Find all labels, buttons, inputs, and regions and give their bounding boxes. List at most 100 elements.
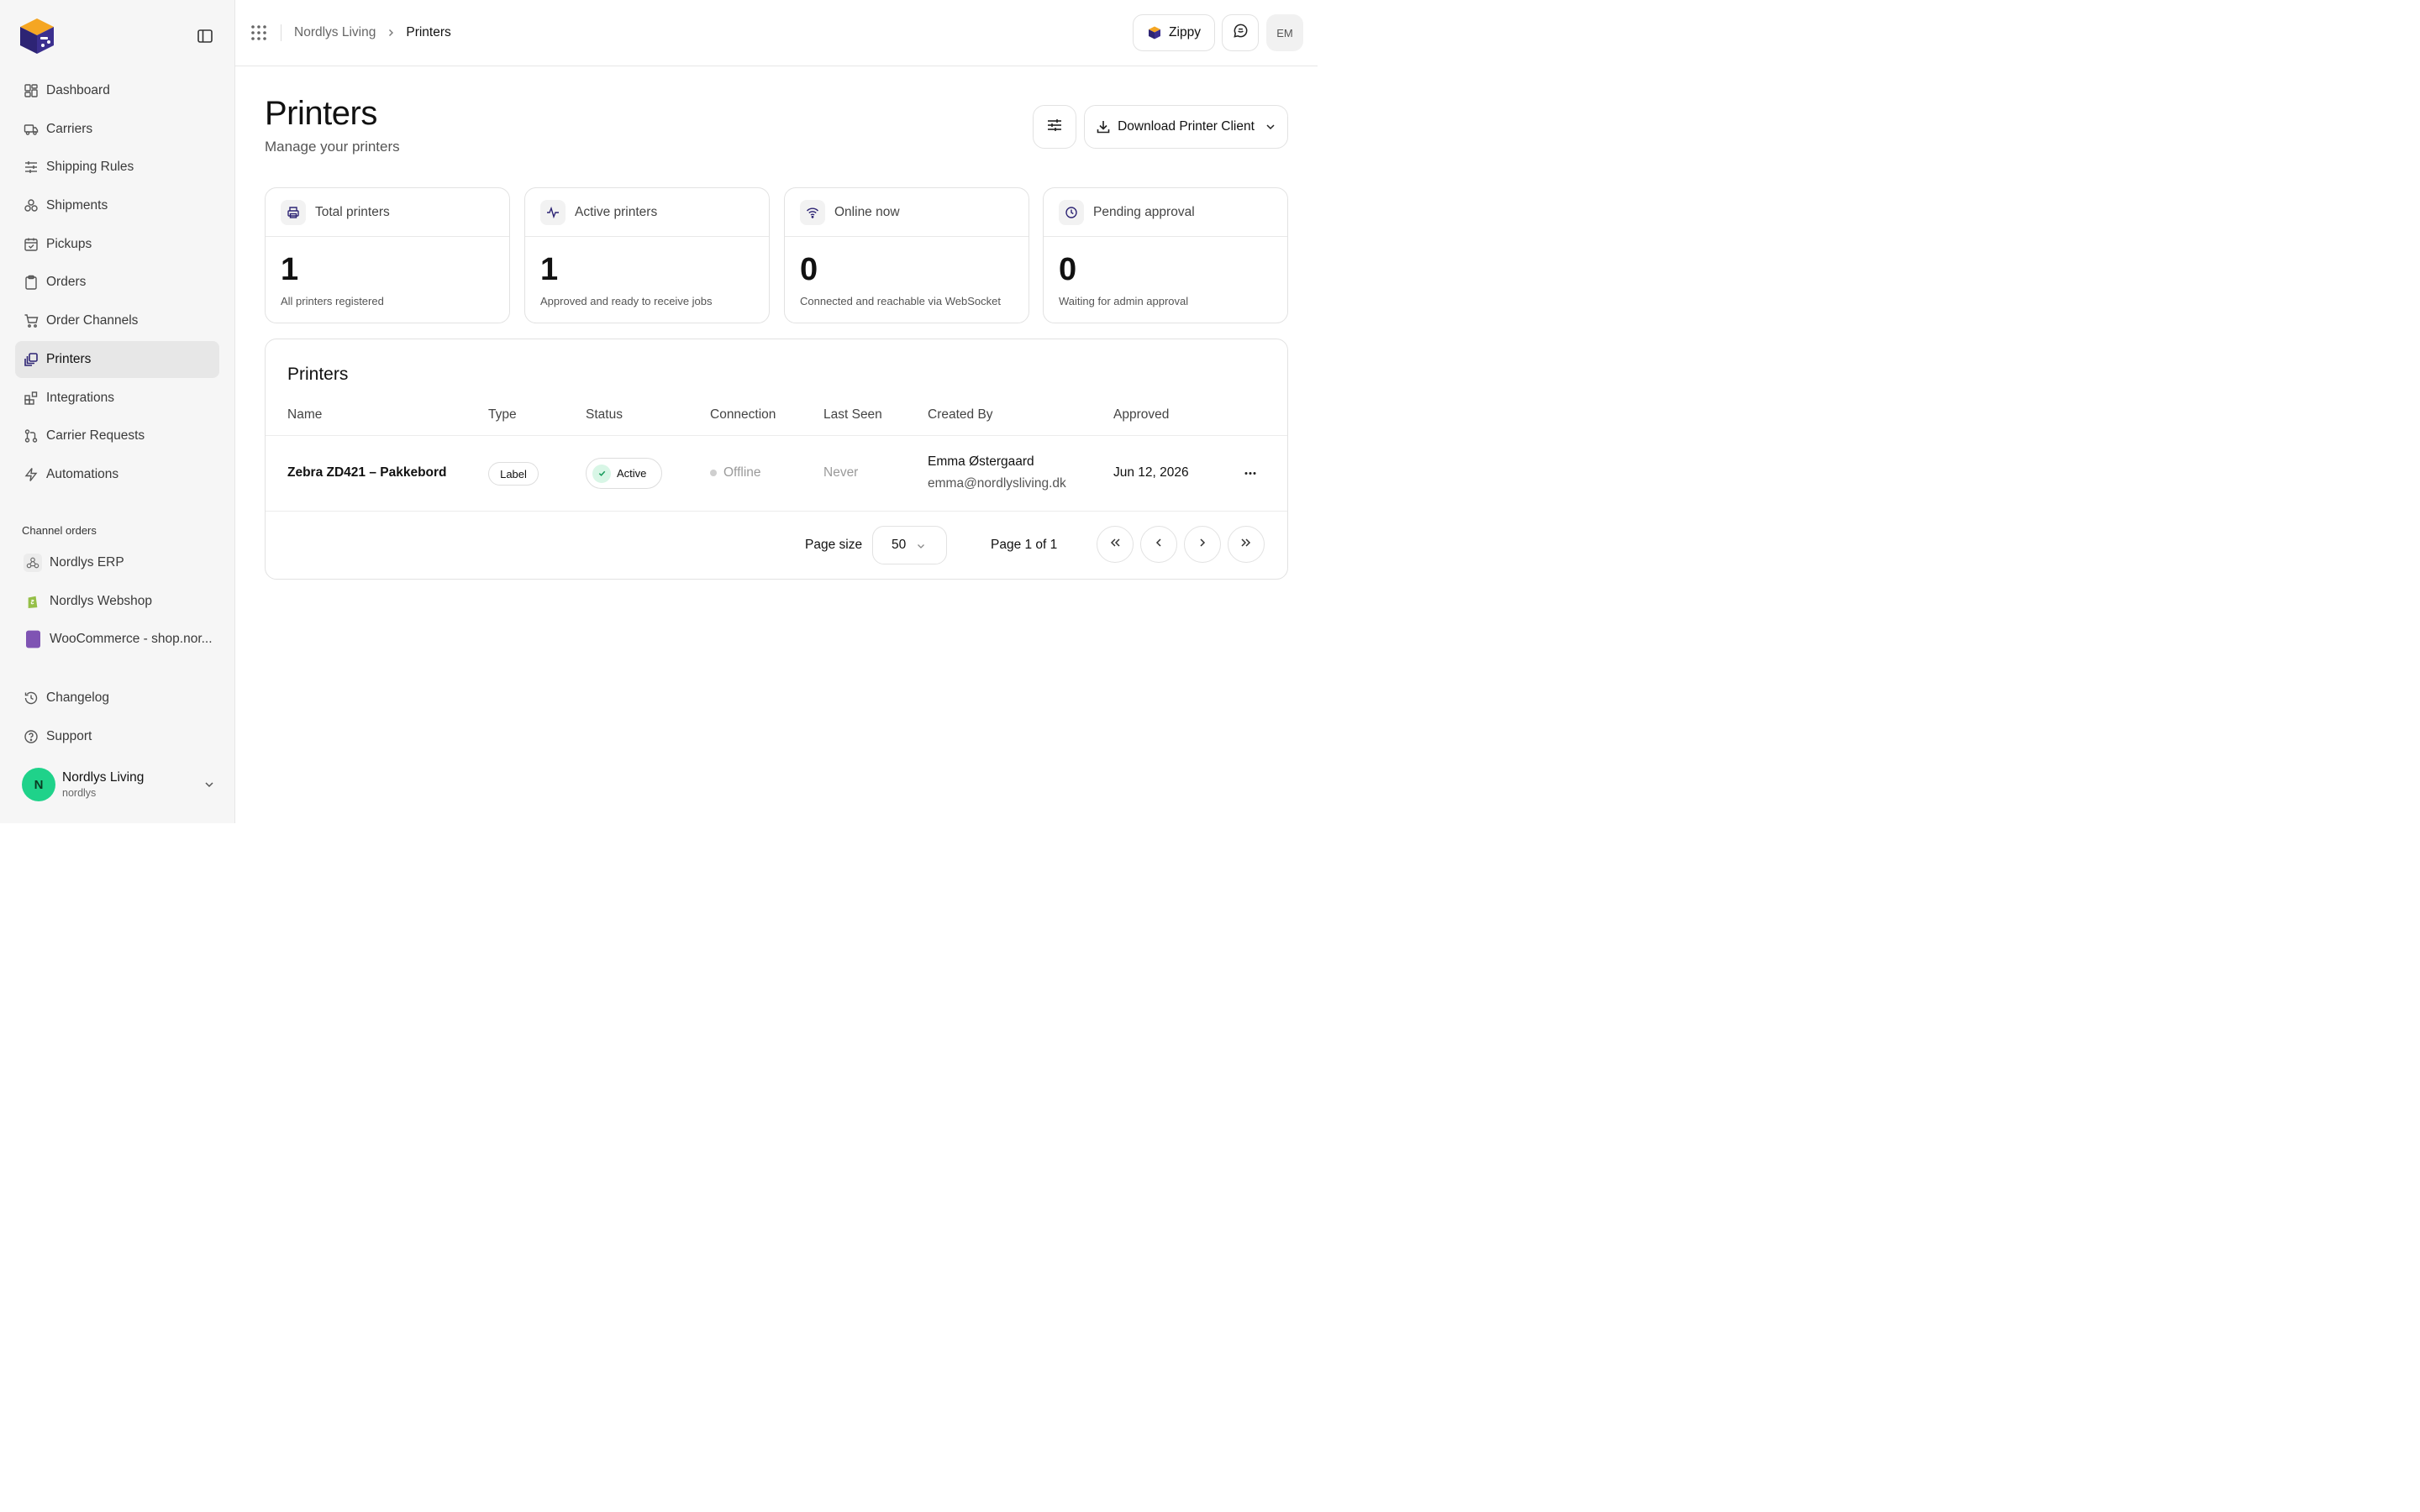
sidebar-item-carriers[interactable]: Carriers — [15, 111, 219, 148]
chevrons-left-icon — [1108, 536, 1122, 554]
approved-date: Jun 12, 2026 — [1113, 465, 1189, 480]
sidebar-item-support[interactable]: Support — [15, 718, 219, 755]
sliders-icon — [24, 160, 39, 175]
last-page-button[interactable] — [1228, 526, 1265, 563]
sidebar-item-integrations[interactable]: Integrations — [15, 380, 219, 417]
sidebar-item-order-channels[interactable]: Order Channels — [15, 302, 219, 339]
truck-icon — [24, 122, 39, 137]
sidebar-item-label: Carrier Requests — [46, 428, 145, 444]
stat-description: Waiting for admin approval — [1059, 295, 1189, 307]
main-nav: Dashboard Carriers Shipping Rules Shipme… — [15, 72, 219, 495]
channel-item-label: Nordlys ERP — [50, 555, 124, 570]
printers-icon — [24, 352, 39, 367]
page-size-select[interactable]: 50 — [872, 526, 947, 564]
status-label: Active — [617, 467, 647, 480]
sidebar-item-orders[interactable]: Orders — [15, 264, 219, 301]
previous-page-button[interactable] — [1140, 526, 1177, 563]
channel-orders-heading: Channel orders — [22, 524, 97, 537]
avatar: N — [22, 768, 55, 801]
divider — [266, 435, 1287, 436]
column-header-last-seen[interactable]: Last Seen — [823, 407, 882, 423]
stat-card-active-printers: Active printers 1 Approved and ready to … — [524, 187, 770, 323]
webhook-icon — [24, 554, 42, 572]
column-header-connection[interactable]: Connection — [710, 407, 776, 423]
zippy-label: Zippy — [1169, 25, 1201, 39]
channel-item-label: Nordlys Webshop — [50, 593, 153, 608]
sidebar-item-shipments[interactable]: Shipments — [15, 187, 219, 224]
git-pull-icon — [24, 428, 39, 444]
breadcrumb-parent[interactable]: Nordlys Living — [294, 25, 376, 40]
chat-button[interactable] — [1222, 14, 1259, 51]
user-avatar-button[interactable]: EM — [1266, 14, 1303, 51]
stat-label: Online now — [834, 204, 900, 219]
offline-indicator — [710, 470, 717, 476]
download-printer-client-button[interactable]: Download Printer Client — [1084, 105, 1288, 149]
zippy-logo-icon — [1147, 25, 1162, 40]
sidebar-item-label: Automations — [46, 466, 119, 481]
last-seen: Never — [823, 465, 859, 480]
sidebar-item-label: Carriers — [46, 121, 93, 136]
stat-card-online-now: Online now 0 Connected and reachable via… — [784, 187, 1029, 323]
sidebar-toggle-icon[interactable] — [197, 29, 213, 44]
status-badge: Active — [586, 458, 662, 489]
settings-filter-button[interactable] — [1033, 105, 1076, 149]
sidebar-item-carrier-requests[interactable]: Carrier Requests — [15, 417, 219, 454]
sidebar-item-dashboard[interactable]: Dashboard — [15, 72, 219, 109]
stat-label: Active printers — [575, 204, 658, 219]
sidebar-item-automations[interactable]: Automations — [15, 456, 219, 493]
cart-icon — [24, 313, 39, 328]
next-page-button[interactable] — [1184, 526, 1221, 563]
column-header-status[interactable]: Status — [586, 407, 623, 423]
column-header-approved[interactable]: Approved — [1113, 407, 1169, 423]
sidebar-item-label: Shipments — [46, 198, 108, 213]
sidebar-item-label: Changelog — [46, 690, 109, 705]
chevron-down-icon — [1265, 121, 1276, 133]
clock-icon — [1059, 199, 1084, 225]
channel-item-nordlys-webshop[interactable]: Nordlys Webshop — [15, 583, 219, 620]
sidebar-item-label: Shipping Rules — [46, 160, 134, 175]
woocommerce-icon — [24, 630, 42, 648]
chevron-right-icon — [1196, 536, 1209, 554]
history-icon — [24, 690, 39, 706]
zippy-button[interactable]: Zippy — [1133, 14, 1215, 51]
divider — [266, 511, 1287, 512]
clipboard-icon — [24, 275, 39, 291]
apps-grid-icon[interactable] — [250, 24, 267, 41]
column-header-created-by[interactable]: Created By — [928, 407, 993, 423]
channel-item-nordlys-erp[interactable]: Nordlys ERP — [15, 544, 219, 581]
sidebar-item-pickups[interactable]: Pickups — [15, 226, 219, 263]
sidebar-item-label: Pickups — [46, 236, 92, 251]
column-header-type[interactable]: Type — [488, 407, 517, 423]
printers-table-card: Printers Name Type Status Connection Las… — [265, 339, 1288, 580]
sidebar-item-label: Integrations — [46, 390, 114, 405]
page-info: Page 1 of 1 — [991, 538, 1058, 552]
channel-item-label: WooCommerce - shop.nor... — [50, 632, 213, 647]
printer-icon — [281, 199, 306, 225]
first-page-button[interactable] — [1097, 526, 1134, 563]
more-actions-icon[interactable] — [1240, 465, 1260, 481]
channel-item-woocommerce[interactable]: WooCommerce - shop.nor... — [15, 621, 219, 658]
sidebar-item-changelog[interactable]: Changelog — [15, 680, 219, 717]
channel-list: Nordlys ERP Nordlys Webshop WooCommerce … — [15, 544, 219, 659]
column-header-name[interactable]: Name — [287, 407, 322, 423]
type-badge: Label — [488, 462, 539, 486]
chevron-down-icon — [916, 540, 926, 550]
page-subtitle: Manage your printers — [265, 139, 400, 155]
sidebar-item-printers[interactable]: Printers — [15, 340, 219, 378]
account-name: Nordlys Living — [62, 770, 145, 785]
check-icon — [592, 464, 611, 483]
sidebar-item-shipping-rules[interactable]: Shipping Rules — [15, 149, 219, 186]
sidebar-item-label: Order Channels — [46, 313, 139, 328]
stat-description: Connected and reachable via WebSocket — [800, 295, 1001, 307]
printer-name[interactable]: Zebra ZD421 – Pakkebord — [287, 465, 447, 480]
stat-value: 0 — [1059, 252, 1077, 287]
sidebar-item-label: Support — [46, 728, 92, 743]
account-switcher[interactable]: N Nordlys Living nordlys — [22, 768, 215, 801]
download-label: Download Printer Client — [1118, 119, 1255, 134]
chevron-down-icon — [203, 779, 215, 790]
wifi-icon — [800, 199, 825, 225]
app-logo[interactable] — [17, 15, 57, 57]
dashboard-icon — [24, 83, 39, 98]
calendar-check-icon — [24, 237, 39, 252]
topbar: Nordlys Living Printers Zippy EM — [235, 0, 1318, 66]
